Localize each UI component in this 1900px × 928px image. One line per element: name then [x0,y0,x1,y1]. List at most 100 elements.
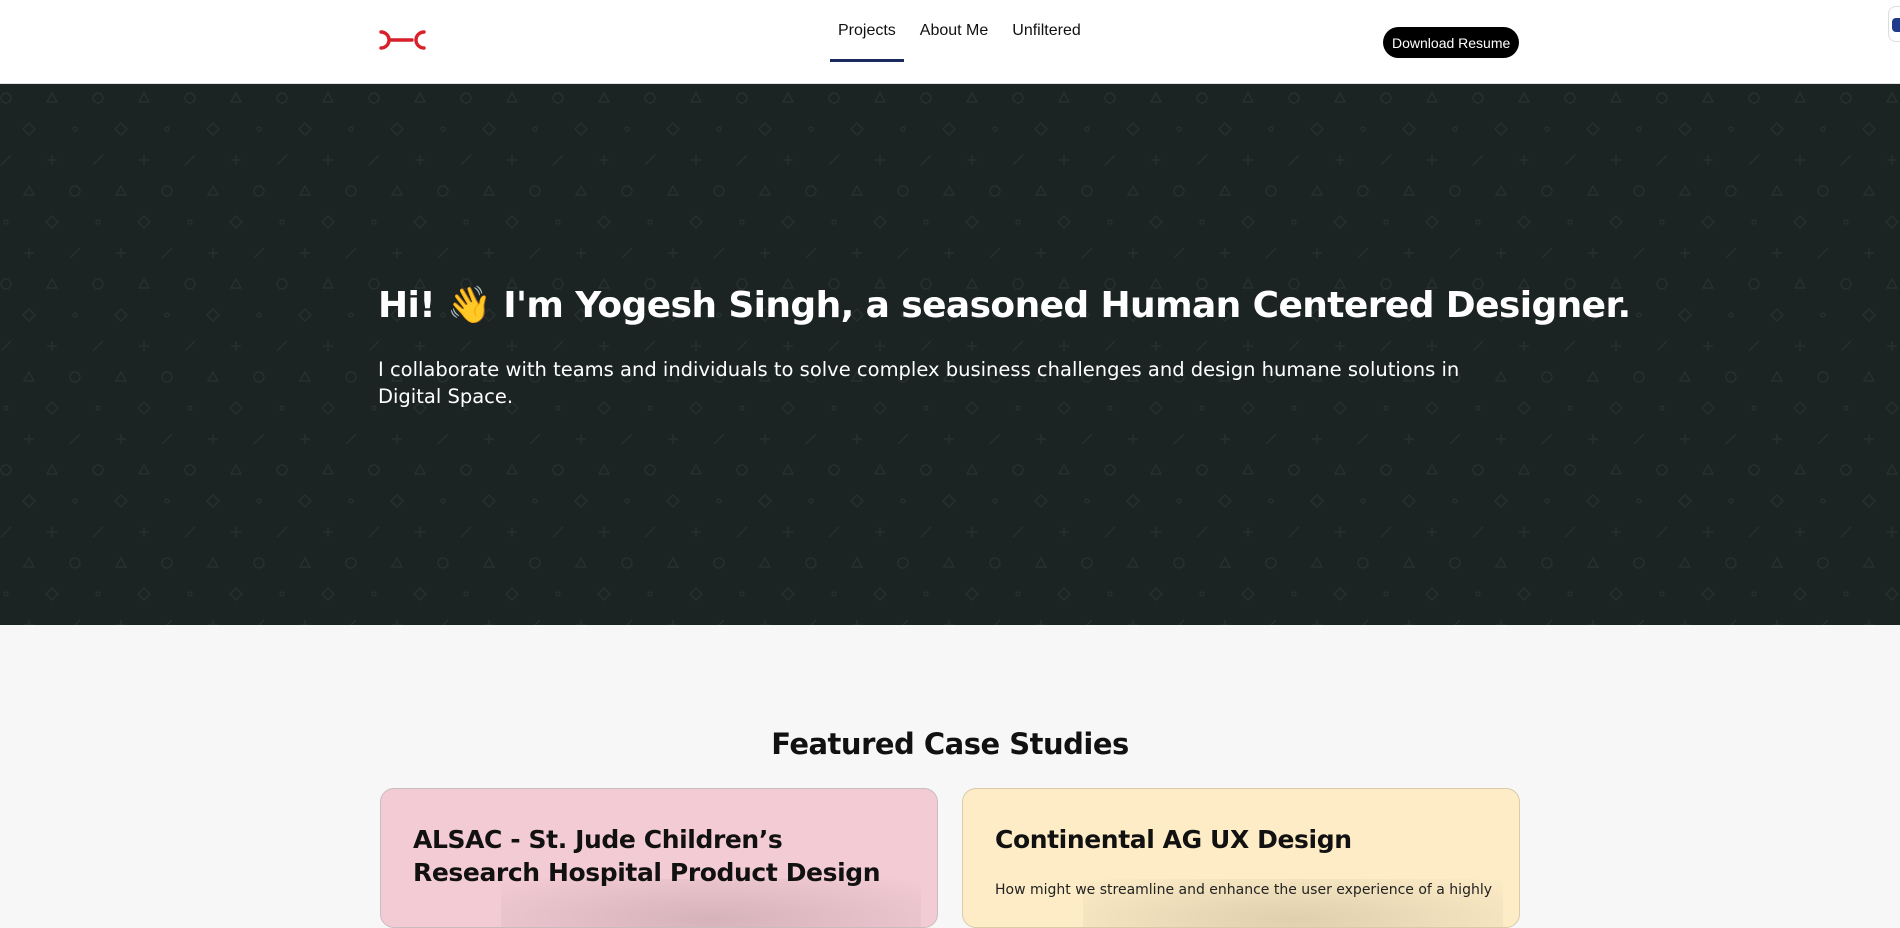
pattern-shape [231,155,241,165]
pattern-shape [161,557,173,569]
pattern-shape [392,620,402,625]
pattern-shape [114,370,128,382]
pattern-shape [231,527,241,537]
pattern-shape [920,526,932,538]
pattern-shape [760,434,770,444]
pattern-shape [460,464,472,476]
pattern-shape [24,248,34,258]
case-study-card[interactable]: ALSAC - St. Jude Children’s Research Hos… [380,788,938,928]
pattern-shape [992,126,998,132]
nav-projects[interactable]: Projects [830,0,904,62]
pattern-shape [463,591,469,597]
pattern-shape [507,527,517,537]
pattern-shape [644,154,656,166]
pattern-shape [1862,370,1876,382]
pattern-shape [3,405,9,411]
widget-icon [1892,18,1900,32]
pattern-shape [1770,308,1784,322]
pattern-shape [1588,434,1598,444]
pattern-shape [345,185,357,197]
pattern-shape [1770,556,1784,568]
pattern-shape [114,184,128,196]
pattern-shape [1725,185,1737,197]
case-study-description: How might we streamline and enhance the … [995,882,1492,898]
pattern-shape [1609,401,1623,415]
pattern-shape [279,405,285,411]
pattern-shape [345,433,357,445]
monogram-logo-icon[interactable] [378,26,428,54]
pattern-shape [164,126,170,132]
pattern-shape [1680,434,1690,444]
pattern-shape [1173,557,1185,569]
pattern-shape [1748,92,1760,104]
pattern-shape [1817,433,1829,445]
pattern-shape [689,91,703,103]
pattern-shape [1057,215,1071,229]
pattern-shape [852,248,862,258]
download-resume-button[interactable]: Download Resume [1383,27,1520,58]
pattern-shape [114,122,128,136]
pattern-shape [1149,215,1163,229]
pattern-shape [300,248,310,258]
pattern-shape [942,556,956,568]
pattern-shape [482,122,496,136]
pattern-shape [463,219,469,225]
pattern-shape [164,312,170,318]
pattern-shape [1751,219,1757,225]
nav-about-me[interactable]: About Me [912,0,996,62]
pattern-shape [552,340,564,352]
case-study-card[interactable]: Continental AG UX Design How might we st… [962,788,1520,928]
floating-widget-tab[interactable] [1888,6,1900,42]
pattern-shape [1059,341,1069,351]
nav-unfiltered[interactable]: Unfiltered [1004,0,1088,62]
pattern-shape [1449,433,1461,445]
pattern-shape [323,527,333,537]
pattern-shape [1057,463,1071,475]
pattern-shape [1564,340,1576,352]
pattern-shape [298,556,312,568]
pattern-shape [1265,185,1277,197]
pattern-shape [621,433,633,445]
pattern-shape [92,154,104,166]
pattern-shape [1218,494,1232,508]
pattern-shape [534,619,541,625]
pattern-shape [574,184,588,196]
pattern-shape [229,463,243,475]
pattern-shape [47,527,57,537]
pattern-shape [597,215,611,229]
pattern-shape [1012,154,1024,166]
pattern-shape [1425,91,1439,103]
pattern-shape [184,526,196,538]
pattern-shape [1036,248,1046,258]
pattern-shape [390,122,404,136]
pattern-shape [1310,184,1324,196]
pattern-shape [137,277,151,289]
pattern-shape [92,526,104,538]
pattern-shape [1452,498,1458,504]
pattern-shape [1770,494,1784,508]
pattern-shape [1310,556,1324,568]
pattern-shape [114,494,128,508]
pattern-shape [805,247,817,259]
pattern-shape [1057,91,1071,103]
pattern-shape [1333,215,1347,229]
pattern-shape [482,494,496,508]
main-nav: Projects About Me Unfiltered [830,0,1097,84]
pattern-shape [828,526,840,538]
pattern-shape [368,340,380,352]
pattern-shape [875,155,885,165]
pattern-shape [1636,312,1642,318]
pattern-shape [413,587,427,601]
pattern-shape [644,92,656,104]
pattern-shape [1793,463,1807,475]
pattern-shape [1149,463,1163,475]
pattern-shape [1310,122,1324,136]
pattern-shape [22,556,36,568]
pattern-shape [574,494,588,508]
pattern-shape [1291,219,1297,225]
pattern-shape [1748,526,1760,538]
pattern-shape [1012,92,1024,104]
pattern-shape [1772,248,1782,258]
pattern-shape [902,619,909,625]
pattern-shape [691,341,701,351]
